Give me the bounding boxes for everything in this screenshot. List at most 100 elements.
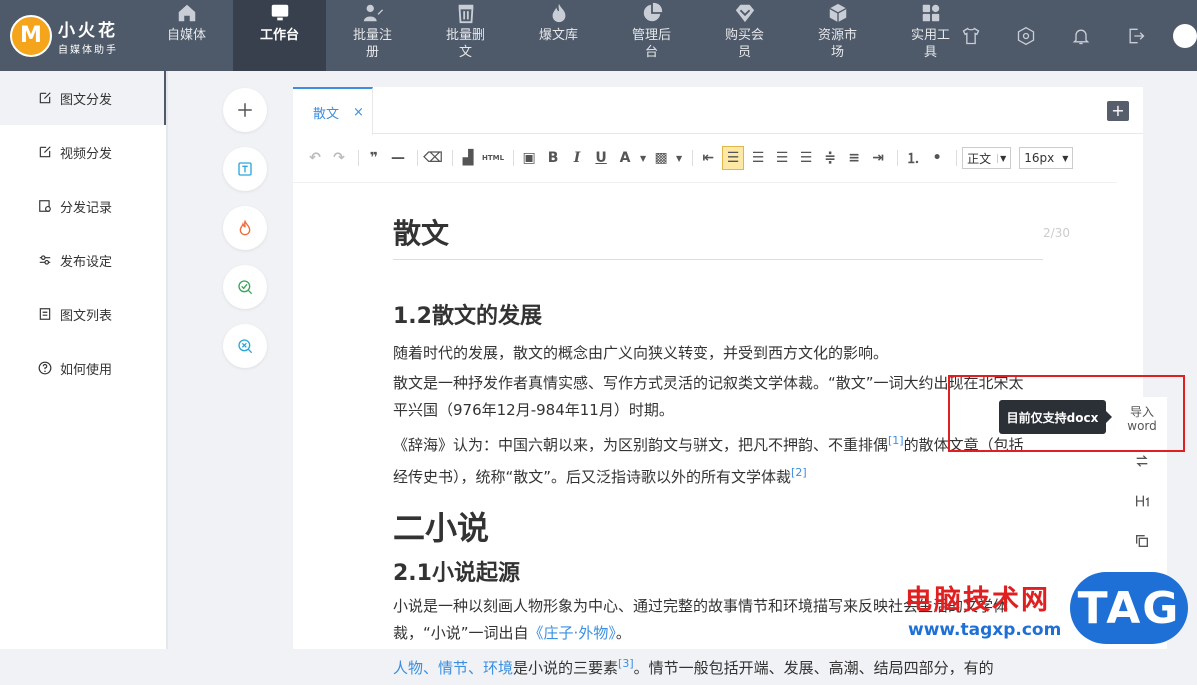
brand-name: 小火花: [58, 20, 118, 41]
editor-panel: 散文 × + ↶ ↷ ❞ — ⌫ ▟ HTML ▣ B I U A ▼ ▩ ▼ …: [293, 87, 1143, 677]
shirt-icon[interactable]: [943, 26, 998, 46]
chevron-down-icon: ▼: [1062, 153, 1069, 163]
logout-icon[interactable]: [1108, 26, 1163, 46]
fire-icon: [239, 220, 251, 236]
fire-icon: [552, 3, 565, 23]
paragraph-spacing-icon[interactable]: ≡: [844, 146, 864, 170]
heading-icon[interactable]: [1117, 481, 1167, 521]
chevron-down-icon[interactable]: ▼: [675, 146, 683, 170]
nav-label: 资源市场: [817, 28, 857, 60]
editor-tool-column: [223, 88, 267, 383]
bold-icon[interactable]: B: [543, 146, 563, 170]
font-color-icon[interactable]: A: [615, 146, 635, 170]
citation[interactable]: [1]: [888, 434, 904, 447]
indent-icon[interactable]: ⇥: [868, 146, 888, 170]
format-painter-icon[interactable]: ▟: [458, 146, 478, 170]
sidebar-item-label: 视频分发: [60, 146, 113, 162]
nav-item-resource-market[interactable]: 资源市场: [791, 0, 884, 71]
align-right-icon[interactable]: ☰: [772, 146, 792, 170]
sidebar-item-records[interactable]: 分发记录: [0, 179, 166, 233]
search-x-icon: [238, 339, 253, 354]
tab-label: 散文: [313, 106, 340, 122]
diamond-icon: [735, 4, 754, 23]
nav-label: 管理后台: [631, 28, 671, 60]
chevron-down-icon[interactable]: ▼: [639, 146, 647, 170]
brand-logo: M: [10, 14, 52, 57]
ordered-list-icon[interactable]: ⒈: [903, 146, 923, 170]
heading-2: 二小说: [393, 509, 490, 547]
nav-item-admin[interactable]: 管理后台: [605, 0, 698, 71]
line-height-icon[interactable]: ≑: [820, 146, 840, 170]
citation[interactable]: [2]: [791, 466, 807, 479]
copy-icon[interactable]: [1117, 521, 1167, 561]
hexagon-settings-icon[interactable]: [998, 26, 1053, 46]
sidebar-item-article-list[interactable]: 图文列表: [0, 287, 166, 341]
sensitive-word-check-button[interactable]: [223, 324, 267, 368]
add-tab-button[interactable]: +: [1107, 101, 1129, 121]
nav-item-batch-register[interactable]: 批量注册: [326, 0, 419, 71]
outdent-icon[interactable]: ⇤: [698, 146, 718, 170]
nav-item-buy-membership[interactable]: 购买会员: [698, 0, 791, 71]
tab-close-icon[interactable]: ×: [353, 105, 364, 120]
sidebar-item-article-distribute[interactable]: 图文分发: [0, 71, 166, 125]
undo-icon[interactable]: ↶: [305, 146, 325, 170]
italic-icon[interactable]: I: [567, 146, 587, 170]
redo-icon[interactable]: ↷: [329, 146, 349, 170]
text-box-icon: [238, 162, 252, 176]
font-size-select[interactable]: 16px ▼: [1019, 147, 1074, 169]
hot-topic-button[interactable]: [223, 206, 267, 250]
nav-item-media[interactable]: 自媒体: [140, 0, 233, 71]
horizontal-rule-icon[interactable]: —: [388, 146, 408, 170]
sidebar: 图文分发 视频分发 分发记录 发布设定 图文列表 如何使用: [0, 71, 168, 649]
user-avatar[interactable]: [1173, 23, 1197, 48]
nav-item-workbench[interactable]: 工作台: [233, 0, 326, 71]
underline-icon[interactable]: U: [591, 146, 611, 170]
source-link[interactable]: 《庄子·外物》: [529, 624, 616, 642]
brand-subtitle: 自媒体助手: [58, 44, 118, 56]
text: 《辞海》认为：中国六朝以来，为区别韵文与骈文，把凡不押韵、不重排偶: [393, 436, 889, 454]
title-char-counter: 2/30: [1043, 226, 1070, 240]
text: 是小说的三要素: [513, 659, 619, 677]
watermark-site-name: 电脑技术网: [905, 585, 1050, 616]
html-source-icon[interactable]: HTML: [482, 146, 504, 170]
text-template-button[interactable]: [223, 147, 267, 191]
document-title[interactable]: 散文: [393, 183, 1043, 260]
help-icon: [38, 361, 52, 375]
align-center-icon[interactable]: ☰: [748, 146, 768, 170]
tab-article[interactable]: 散文 ×: [293, 87, 373, 135]
nav-item-hot-articles[interactable]: 爆文库: [512, 0, 605, 71]
sidebar-item-publish-settings[interactable]: 发布设定: [0, 233, 166, 287]
image-icon[interactable]: ▣: [519, 146, 539, 170]
paragraph: 《辞海》认为：中国六朝以来，为区别韵文与骈文，把凡不押韵、不重排偶[1]的散体文…: [393, 427, 1033, 491]
watermark-url: www.tagxp.com: [908, 620, 1062, 640]
citation[interactable]: [3]: [618, 657, 634, 670]
bell-icon[interactable]: [1053, 26, 1108, 46]
list-doc-icon: [39, 308, 51, 320]
brand[interactable]: M 小火花 自媒体助手: [0, 0, 140, 71]
link[interactable]: 人物、情节、环境: [393, 659, 513, 677]
align-justify-icon[interactable]: ☰: [796, 146, 816, 170]
paragraph-style-select[interactable]: 正文 ▼: [962, 147, 1012, 169]
sidebar-item-video-distribute[interactable]: 视频分发: [0, 125, 166, 179]
chevron-down-icon: ▼: [997, 153, 1006, 163]
nav-label: 爆文库: [538, 28, 578, 43]
quote-icon[interactable]: ❞: [364, 146, 384, 170]
top-navigation-bar: M 小火花 自媒体助手 自媒体 工作台 批量注册 批量删文 爆文库 管理后台 购…: [0, 0, 1197, 71]
eraser-icon[interactable]: ⌫: [423, 146, 443, 170]
originality-check-button[interactable]: [223, 265, 267, 309]
apps-icon: [922, 4, 939, 22]
paragraph: 人物、情节、环境是小说的三要素[3]。情节一般包括开端、发展、高潮、结局四部分，…: [393, 650, 1043, 682]
record-icon: [39, 200, 51, 212]
sidebar-item-label: 分发记录: [60, 200, 113, 216]
sidebar-item-label: 发布设定: [60, 254, 113, 270]
add-button[interactable]: [223, 88, 267, 132]
nav-item-batch-delete[interactable]: 批量删文: [419, 0, 512, 71]
font-size-value: 16px: [1024, 151, 1055, 165]
nav-label: 批量删文: [445, 28, 485, 60]
nav-label: 批量注册: [352, 28, 392, 60]
align-left-icon[interactable]: ☰: [722, 146, 745, 170]
unordered-list-icon[interactable]: •: [927, 146, 947, 170]
text: 。情节一般包括开端、发展、高潮、结局四部分，有的: [633, 659, 994, 677]
background-color-icon[interactable]: ▩: [651, 146, 671, 170]
sidebar-item-how-to-use[interactable]: 如何使用: [0, 341, 166, 395]
